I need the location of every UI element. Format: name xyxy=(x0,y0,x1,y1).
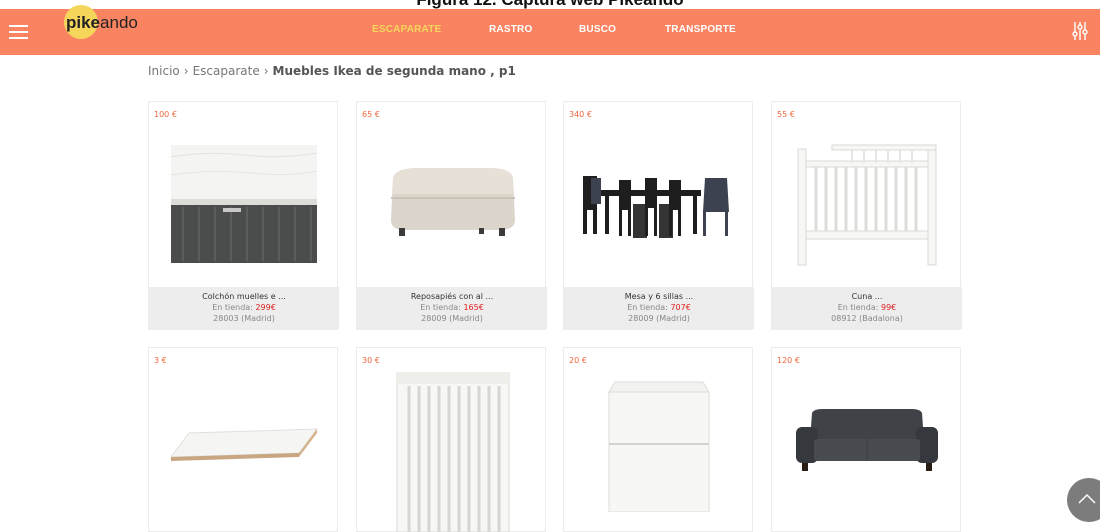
breadcrumb-link-inicio[interactable]: Inicio xyxy=(148,64,180,78)
breadcrumb-link-escaparate[interactable]: Escaparate xyxy=(193,64,260,78)
nav-transporte[interactable]: TRANSPORTE xyxy=(665,24,736,35)
nav-escaparate[interactable]: ESCAPARATE xyxy=(372,24,441,35)
store-label: En tienda: xyxy=(627,303,668,312)
product-price: 120 € xyxy=(777,356,800,365)
nav-busco[interactable]: BUSCO xyxy=(579,24,616,35)
product-card-sofa[interactable]: 120 € xyxy=(771,347,961,532)
product-image-mattress[interactable] xyxy=(149,126,339,282)
store-price: 99€ xyxy=(880,303,897,312)
main-nav: ESCAPARATE RASTRO BUSCO TRANSPORTE xyxy=(0,9,1100,55)
dining-set-image xyxy=(583,176,729,238)
product-store-price-line: En tienda: 165€ xyxy=(357,302,547,313)
figure-caption: Figura 12. Captura web Pikeando xyxy=(0,0,1100,9)
crib-image xyxy=(797,144,937,266)
store-label: En tienda: xyxy=(212,303,253,312)
product-image-crib[interactable] xyxy=(772,126,962,282)
product-price: 30 € xyxy=(362,356,380,365)
product-card-crib[interactable]: 55 € Cuna ... En tienda: 99€ 08912 (Bada… xyxy=(771,101,962,330)
product-price: 3 € xyxy=(154,356,167,365)
product-store-price-line: En tienda: 707€ xyxy=(564,302,754,313)
product-card-dining-set[interactable]: 340 € Mesa y 6 sillas ... En tienda: 707… xyxy=(563,101,754,330)
product-info: Colchón muelles e ... En tienda: 299€ 28… xyxy=(149,287,339,329)
product-title: Reposapiés con al ... xyxy=(410,292,494,301)
top-navigation-bar: pikeando ESCAPARATE RASTRO BUSCO TRANSPO… xyxy=(0,5,1100,55)
store-price: 165€ xyxy=(463,303,484,312)
product-image-shelf[interactable] xyxy=(149,372,339,522)
product-info: Mesa y 6 sillas ... En tienda: 707€ 2800… xyxy=(564,287,754,329)
product-image-nightstand[interactable] xyxy=(564,372,754,522)
product-info: Cuna ... En tienda: 99€ 08912 (Badalona) xyxy=(772,287,962,329)
product-title: Mesa y 6 sillas ... xyxy=(624,292,694,301)
product-image-dining-set[interactable] xyxy=(564,126,754,282)
product-store-price-line: En tienda: 299€ xyxy=(149,302,339,313)
product-location: 08912 (Badalona) xyxy=(831,314,903,323)
chevron-up-icon xyxy=(1078,493,1096,504)
breadcrumb-separator: › xyxy=(263,64,269,78)
product-price: 65 € xyxy=(362,110,380,119)
ottoman-image xyxy=(391,168,515,236)
shelf-image xyxy=(169,428,319,461)
store-label: En tienda: xyxy=(420,303,461,312)
sofa-image xyxy=(796,409,938,471)
product-image-ottoman[interactable] xyxy=(357,126,547,282)
breadcrumb-separator: › xyxy=(183,64,189,78)
product-price: 100 € xyxy=(154,110,177,119)
product-card-mattress[interactable]: 100 € Colchón muelles e ... En tienda: 2… xyxy=(148,101,339,330)
product-price: 55 € xyxy=(777,110,795,119)
store-price: 299€ xyxy=(255,303,276,312)
product-card-gate[interactable]: 30 € xyxy=(356,347,546,532)
product-location: 28003 (Madrid) xyxy=(213,314,275,323)
product-store-price-line: En tienda: 99€ xyxy=(772,302,962,313)
product-info: Reposapiés con al ... En tienda: 165€ 28… xyxy=(357,287,547,329)
product-price: 20 € xyxy=(569,356,587,365)
sliders-filter-icon[interactable] xyxy=(1072,21,1088,41)
mattress-image xyxy=(171,145,317,263)
product-image-sofa[interactable] xyxy=(772,372,962,512)
product-location: 28009 (Madrid) xyxy=(628,314,690,323)
nav-rastro[interactable]: RASTRO xyxy=(489,24,532,35)
nightstand-image xyxy=(608,381,710,512)
store-label: En tienda: xyxy=(837,303,879,312)
store-price: 707€ xyxy=(670,303,691,312)
breadcrumb: Inicio › Escaparate › Muebles Ikea de segund… xyxy=(148,64,516,78)
product-card-ottoman[interactable]: 65 € Reposapiés con al ... En tienda: 16… xyxy=(356,101,547,330)
scroll-to-top-button[interactable] xyxy=(1067,478,1100,522)
product-image-gate[interactable] xyxy=(357,372,547,532)
product-card-shelf[interactable]: 3 € xyxy=(148,347,338,532)
product-location: 28009 (Madrid) xyxy=(421,314,483,323)
gate-image xyxy=(396,372,510,532)
breadcrumb-current: Muebles Ikea de segunda mano , p1 xyxy=(272,64,516,78)
product-title: Colchón muelles e ... xyxy=(202,292,286,301)
product-price: 340 € xyxy=(569,110,592,119)
product-title: Cuna ... xyxy=(851,292,883,301)
product-card-nightstand[interactable]: 20 € xyxy=(563,347,753,532)
